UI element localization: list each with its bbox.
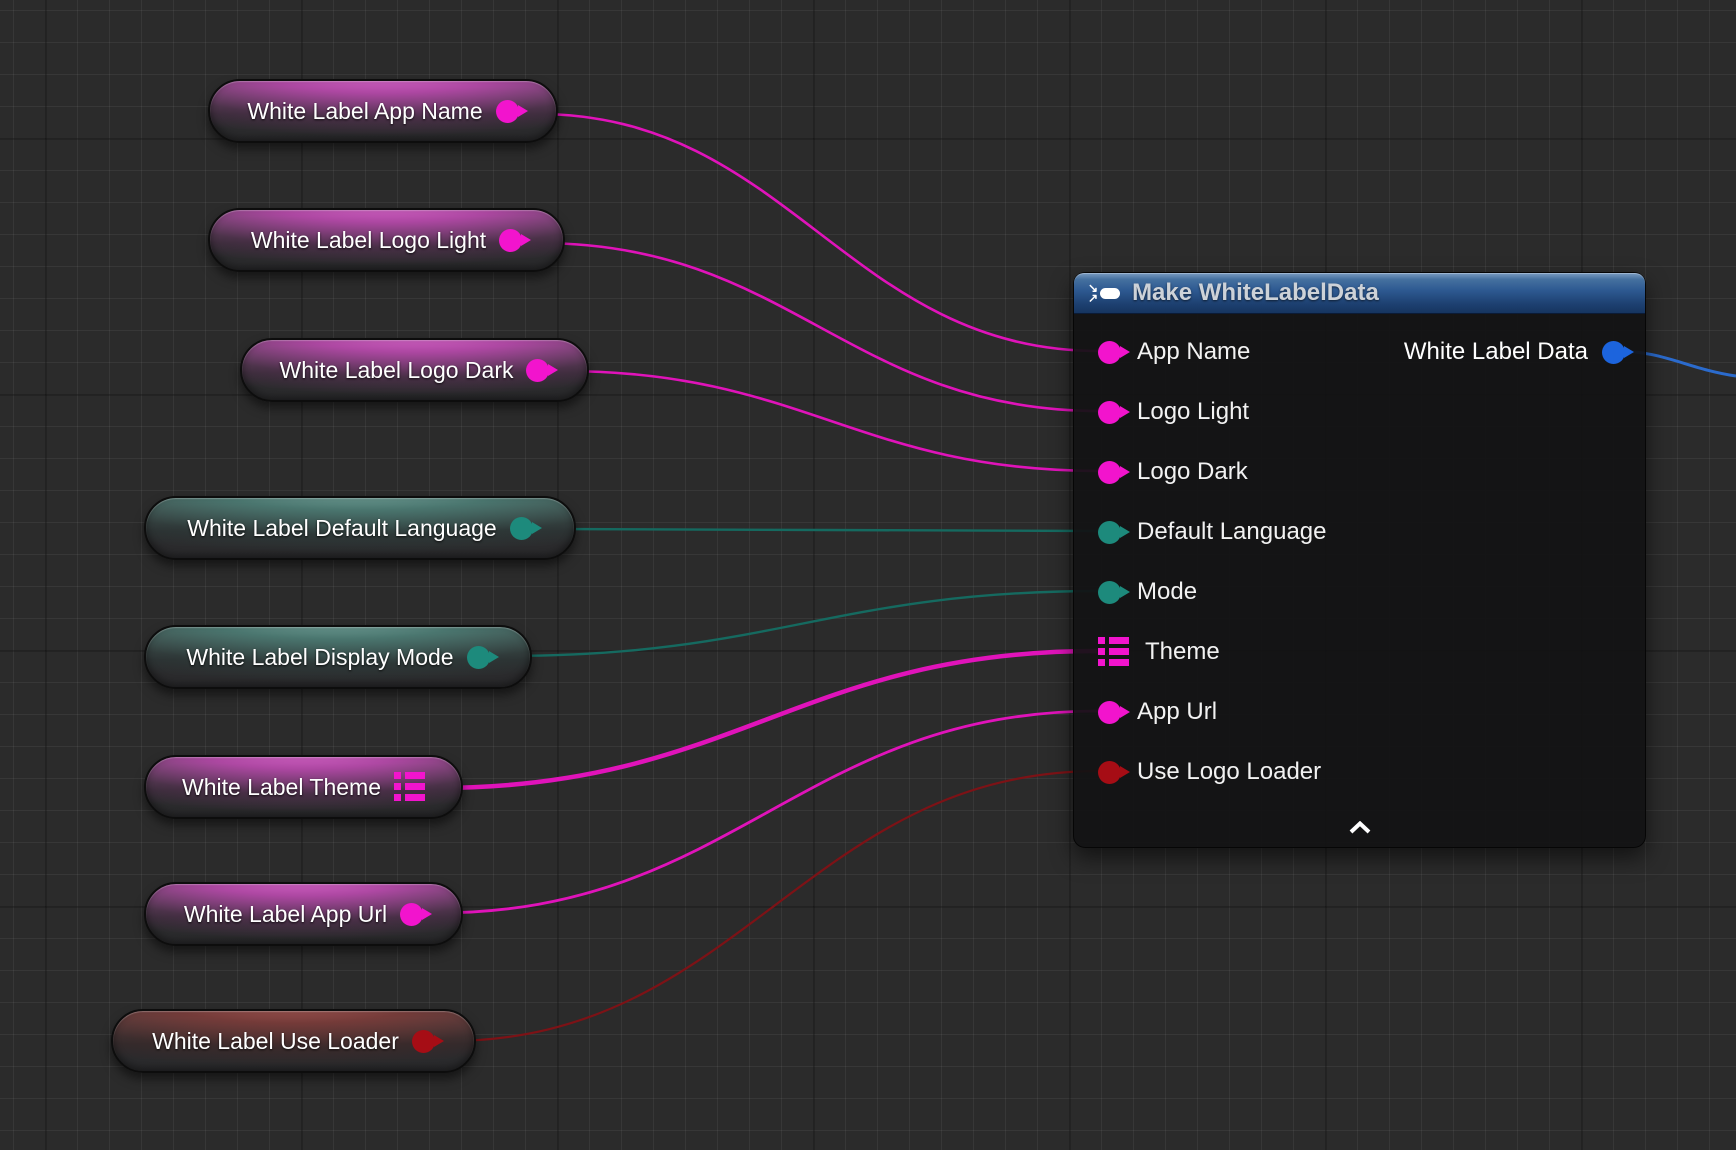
wire-app-name[interactable] [537, 114, 1100, 351]
input-row-app-url: App Url [1098, 682, 1645, 742]
string-pin-icon[interactable] [1098, 461, 1121, 484]
pin-label: Use Logo Loader [1137, 758, 1321, 786]
output-struct-pin-icon[interactable] [1602, 341, 1625, 364]
input-row-mode: Mode [1098, 562, 1645, 622]
wire-display-mode[interactable] [506, 591, 1100, 656]
variable-label: White Label Logo Dark [280, 357, 514, 384]
string-pin-icon[interactable] [1098, 401, 1121, 424]
node-header[interactable]: ↘↗ Make WhiteLabelData [1074, 273, 1645, 314]
variable-label: White Label App Name [247, 98, 482, 125]
node-title: Make WhiteLabelData [1132, 279, 1379, 307]
struct-pin-icon[interactable] [1098, 637, 1129, 667]
pin-label: Logo Light [1137, 398, 1249, 426]
variable-label: White Label Logo Light [251, 227, 486, 254]
string-pin-icon[interactable] [499, 229, 522, 252]
string-pin-icon[interactable] [1098, 701, 1121, 724]
enum-pin-icon[interactable] [1098, 581, 1121, 604]
blueprint-graph-canvas[interactable]: White Label App Name White Label Logo Li… [0, 0, 1736, 1150]
pin-label: App Name [1137, 338, 1250, 366]
wire-use-loader[interactable] [448, 771, 1100, 1041]
bool-pin-icon[interactable] [412, 1030, 435, 1053]
pin-label: App Url [1137, 698, 1217, 726]
input-row-default-language: Default Language [1098, 502, 1645, 562]
wire-app-url[interactable] [436, 711, 1100, 913]
enum-pin-icon[interactable] [1098, 521, 1121, 544]
variable-node-white-label-use-loader[interactable]: White Label Use Loader [111, 1009, 476, 1073]
variable-node-white-label-theme[interactable]: White Label Theme [144, 755, 463, 819]
enum-pin-icon[interactable] [467, 646, 490, 669]
wire-default-language[interactable] [549, 529, 1100, 531]
variable-node-white-label-app-name[interactable]: White Label App Name [208, 79, 558, 143]
variable-label: White Label Default Language [187, 515, 496, 542]
wire-logo-light[interactable] [539, 243, 1100, 411]
input-row-theme: Theme [1098, 622, 1645, 682]
variable-label: White Label App Url [184, 901, 387, 928]
enum-pin-icon[interactable] [510, 517, 533, 540]
variable-node-white-label-app-url[interactable]: White Label App Url [144, 882, 463, 946]
variable-node-white-label-logo-light[interactable]: White Label Logo Light [208, 208, 565, 272]
make-whitelabeldata-node[interactable]: ↘↗ Make WhiteLabelData App Name Logo Lig… [1073, 272, 1646, 848]
struct-pin-icon[interactable] [394, 772, 425, 802]
string-pin-icon[interactable] [1098, 341, 1121, 364]
input-row-use-logo-loader: Use Logo Loader [1098, 742, 1645, 802]
pin-label: Mode [1137, 578, 1197, 606]
input-row-logo-light: Logo Light [1098, 382, 1645, 442]
bool-pin-icon[interactable] [1098, 761, 1121, 784]
output-row-white-label-data: White Label Data [1404, 322, 1625, 382]
string-pin-icon[interactable] [526, 359, 549, 382]
make-struct-icon: ↘↗ [1088, 283, 1120, 303]
pin-label: Default Language [1137, 518, 1327, 546]
variable-label: White Label Display Mode [186, 644, 453, 671]
variable-node-white-label-display-mode[interactable]: White Label Display Mode [144, 625, 532, 689]
variable-node-white-label-logo-dark[interactable]: White Label Logo Dark [240, 338, 589, 402]
node-input-pins: App Name Logo Light Logo Dark Default La… [1074, 314, 1645, 802]
pin-label: White Label Data [1404, 338, 1588, 366]
variable-node-white-label-default-language[interactable]: White Label Default Language [144, 496, 576, 560]
pin-label: Logo Dark [1137, 458, 1248, 486]
variable-label: White Label Theme [182, 774, 381, 801]
chevron-up-icon [1348, 821, 1372, 834]
pin-label: Theme [1145, 638, 1220, 666]
string-pin-icon[interactable] [496, 100, 519, 123]
wire-logo-dark[interactable] [562, 371, 1100, 471]
collapse-node-button[interactable] [1340, 819, 1380, 841]
variable-label: White Label Use Loader [152, 1028, 399, 1055]
string-pin-icon[interactable] [400, 903, 423, 926]
input-row-logo-dark: Logo Dark [1098, 442, 1645, 502]
